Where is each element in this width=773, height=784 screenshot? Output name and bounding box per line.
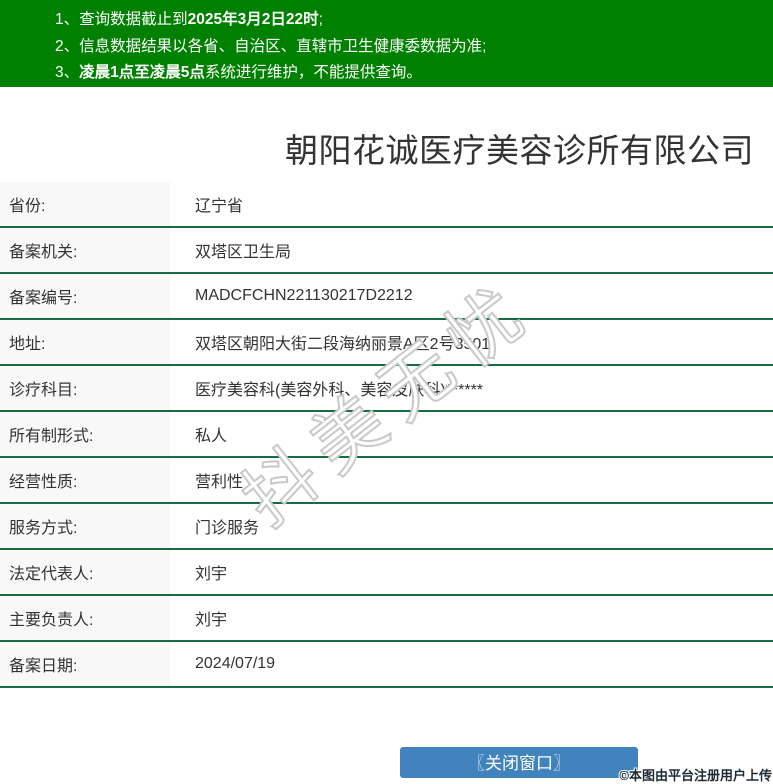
row-label: 备案日期: <box>0 642 170 686</box>
table-row-treatment-subjects: 诊疗科目: 医疗美容科(美容外科、美容皮肤科)****** <box>0 366 773 412</box>
row-value: 门诊服务 <box>195 520 260 537</box>
table-row-filing-authority: 备案机关: 双塔区卫生局 <box>0 228 773 274</box>
row-value: 刘宇 <box>195 612 228 629</box>
row-label: 法定代表人: <box>0 550 170 594</box>
notice-line-3-post: 系统进行维护，不能提供查询。 <box>204 64 422 81</box>
table-row-province: 省份: 辽宁省 <box>0 182 773 228</box>
notice-line-3: 3、凌晨1点至凌晨5点系统进行维护，不能提供查询。 <box>55 60 773 87</box>
row-value: 2024/07/19 <box>195 655 276 672</box>
notice-line-1-pre: 1、查询数据截止到 <box>55 11 188 28</box>
notice-banner: 1、查询数据截止到2025年3月2日22时; 2、信息数据结果以各省、自治区、直… <box>0 0 773 87</box>
row-label: 服务方式: <box>0 504 170 548</box>
notice-line-3-bold: 凌晨1点至凌晨5点 <box>79 64 205 81</box>
row-label: 主要负责人: <box>0 596 170 640</box>
row-value: 私人 <box>195 428 228 445</box>
row-value: 营利性 <box>195 474 244 491</box>
row-value: 辽宁省 <box>195 198 244 215</box>
table-row-filing-number: 备案编号: MADCFCHN221130217D2212 <box>0 274 773 320</box>
notice-line-2: 2、信息数据结果以各省、自治区、直辖市卫生健康委数据为准; <box>55 34 773 61</box>
notice-line-1-post: ; <box>318 11 323 28</box>
notice-line-1-bold: 2025年3月2日22时 <box>187 11 319 28</box>
table-row-ownership-form: 所有制形式: 私人 <box>0 412 773 458</box>
upload-credit-watermark: ©本图由平台注册用户上传 <box>619 768 772 783</box>
close-window-button[interactable]: 〖关闭窗口〗 <box>400 747 638 778</box>
row-label: 经营性质: <box>0 458 170 502</box>
info-table: 省份: 辽宁省 备案机关: 双塔区卫生局 备案编号: MADCFCHN22113… <box>0 182 773 688</box>
notice-line-1: 1、查询数据截止到2025年3月2日22时; <box>55 7 773 34</box>
row-label: 省份: <box>0 182 170 226</box>
table-row-address: 地址: 双塔区朝阳大街二段海纳丽景A区2号3501 <box>0 320 773 366</box>
table-row-main-person-in-charge: 主要负责人: 刘宇 <box>0 596 773 642</box>
row-value: MADCFCHN221130217D2212 <box>195 287 413 304</box>
table-row-service-mode: 服务方式: 门诊服务 <box>0 504 773 550</box>
row-value: 医疗美容科(美容外科、美容皮肤科)****** <box>195 382 484 399</box>
row-label: 备案机关: <box>0 228 170 272</box>
notice-line-2-pre: 2、信息数据结果以各省、自治区、直辖市卫生健康委数据为准; <box>55 37 487 55</box>
page-title: 朝阳花诚医疗美容诊所有限公司 <box>285 132 754 169</box>
row-label: 诊疗科目: <box>0 366 170 410</box>
table-row-business-nature: 经营性质: 营利性 <box>0 458 773 504</box>
row-value: 双塔区朝阳大街二段海纳丽景A区2号3501 <box>195 336 491 353</box>
row-label: 地址: <box>0 320 170 364</box>
row-label: 所有制形式: <box>0 412 170 456</box>
row-value: 刘宇 <box>195 566 228 583</box>
row-value: 双塔区卫生局 <box>195 244 292 261</box>
table-row-filing-date: 备案日期: 2024/07/19 <box>0 642 773 688</box>
notice-line-3-pre: 3、 <box>55 64 80 81</box>
row-label: 备案编号: <box>0 274 170 318</box>
table-row-legal-representative: 法定代表人: 刘宇 <box>0 550 773 596</box>
